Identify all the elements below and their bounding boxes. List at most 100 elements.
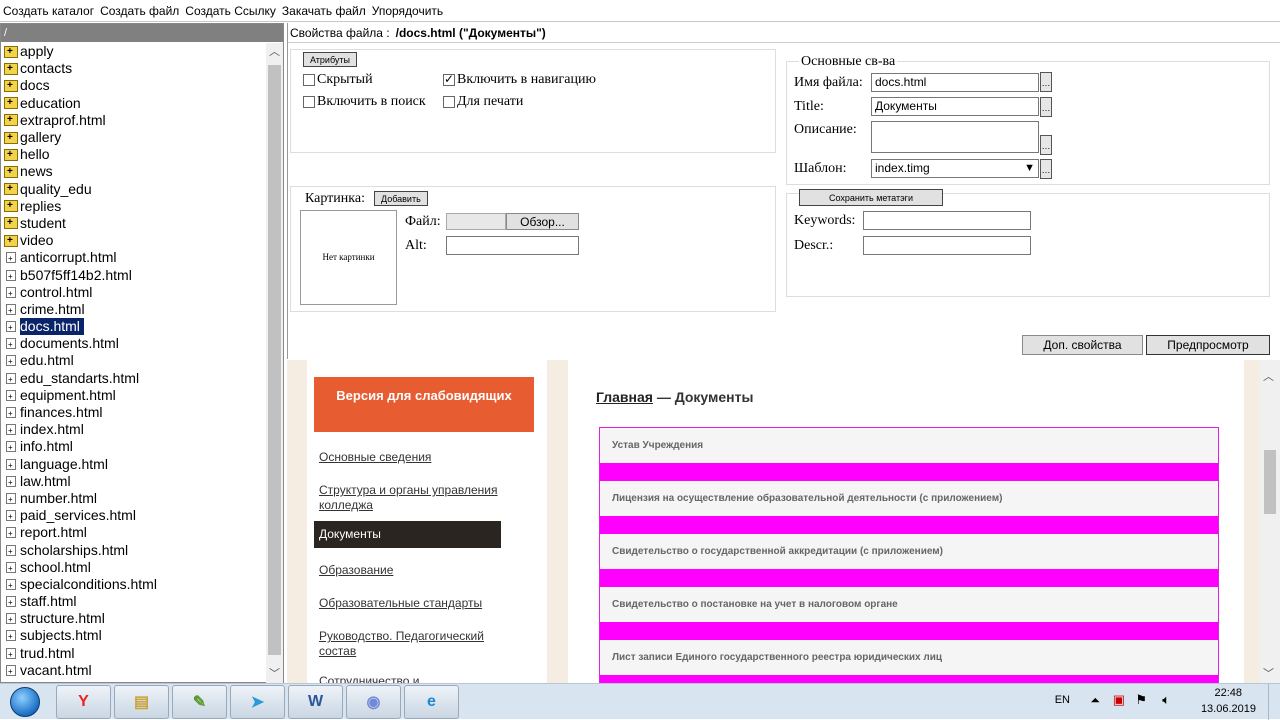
document-item[interactable]: Лицензия на осуществление образовательно… (600, 481, 1218, 516)
nav-structure[interactable]: Структура и органы управления колледжа (319, 483, 509, 513)
discord-icon[interactable]: ◉ (346, 685, 401, 719)
network-icon[interactable]: ▣ (1113, 692, 1125, 708)
filename-input[interactable]: docs.html (871, 73, 1039, 92)
vision-version-button[interactable]: Версия для слабовидящих (314, 377, 534, 432)
alt-input[interactable] (446, 236, 579, 255)
telegram-icon[interactable]: ➤ (230, 685, 285, 719)
tree-file[interactable]: report.html (4, 524, 266, 542)
yandex-browser-icon[interactable]: Y (56, 685, 111, 719)
nav-checkbox[interactable] (443, 72, 455, 87)
tree-folder[interactable]: gallery (4, 129, 266, 146)
nav-cooperation[interactable]: Сотрудничество и ... (319, 674, 509, 683)
breadcrumb-home-link[interactable]: Главная (596, 389, 653, 405)
tree-scrollbar[interactable]: ︿ ﹀ (266, 43, 283, 683)
tree-file[interactable]: docs.html (4, 318, 266, 336)
cb-search-row[interactable]: Включить в поиск (303, 94, 426, 110)
tree-file[interactable]: b507f5ff14b2.html (4, 266, 266, 285)
nav-documents[interactable]: Документы (314, 521, 501, 548)
tree-folder[interactable]: replies (4, 197, 266, 215)
descr-input[interactable] (863, 236, 1031, 255)
menu-create-link[interactable]: Создать Ссылку (185, 4, 276, 18)
document-item[interactable]: Свидетельство о государственной аккредит… (600, 534, 1218, 569)
notepad-plus-icon[interactable]: ✎ (172, 685, 227, 719)
file-explorer-icon[interactable]: ▤ (114, 685, 169, 719)
nav-education[interactable]: Образование (319, 563, 509, 578)
tree-file[interactable]: vacant.html (4, 662, 266, 680)
tree-folder[interactable]: student (4, 214, 266, 232)
scroll-down-icon[interactable]: ﹀ (266, 665, 283, 683)
tree-file[interactable]: scholarships.html (4, 541, 266, 560)
description-more-button[interactable]: … (1040, 135, 1052, 155)
flag-icon[interactable]: ⚑ (1135, 692, 1147, 708)
tree-file[interactable]: subjects.html (4, 627, 266, 645)
tree-file[interactable]: info.html (4, 438, 266, 456)
menu-sort[interactable]: Упорядочить (372, 4, 443, 18)
preview-scroll-thumb[interactable] (1264, 450, 1276, 514)
clock-date[interactable]: 13.06.2019 (1201, 703, 1256, 715)
word-icon[interactable]: W (288, 685, 343, 719)
tree-file[interactable]: number.html (4, 490, 266, 508)
language-indicator[interactable]: EN (1055, 694, 1070, 706)
tree-file[interactable]: edu.html (4, 352, 266, 370)
cb-nav-row[interactable]: Включить в навигацию (443, 72, 596, 88)
browse-button[interactable]: Обзор... (506, 213, 579, 230)
keywords-input[interactable] (863, 211, 1031, 230)
document-item[interactable]: Лист записи Единого государственного рее… (600, 640, 1218, 675)
start-button[interactable] (2, 684, 48, 720)
tree-file[interactable]: law.html (4, 473, 266, 491)
tree-file[interactable]: anticorrupt.html (4, 249, 266, 267)
volume-icon[interactable]: 🔈︎ (1162, 692, 1170, 708)
preview-scrollbar[interactable]: ︿ ﹀ (1260, 360, 1280, 683)
nav-standards[interactable]: Образовательные стандарты (319, 596, 509, 611)
tree-folder[interactable]: hello (4, 146, 266, 163)
template-select[interactable]: index.timg ▼ (871, 159, 1039, 178)
menu-create-file[interactable]: Создать файл (100, 4, 179, 18)
nav-staff[interactable]: Руководство. Педагогический состав (319, 629, 509, 659)
tree-root[interactable]: / (1, 24, 283, 42)
tree-folder[interactable]: contacts (4, 60, 266, 77)
internet-explorer-icon[interactable]: e (404, 685, 459, 719)
template-more-button[interactable]: … (1040, 159, 1052, 179)
extra-properties-button[interactable]: Доп. свойства (1022, 335, 1143, 355)
add-image-button[interactable]: Добавить (374, 191, 428, 206)
tree-file[interactable]: crime.html (4, 301, 266, 319)
tree-folder[interactable]: video (4, 232, 266, 249)
attributes-button[interactable]: Атрибуты (303, 52, 358, 67)
tree-folder[interactable]: quality_edu (4, 180, 266, 198)
cb-hidden-row[interactable]: Скрытый (303, 72, 373, 88)
cb-print-row[interactable]: Для печати (443, 94, 523, 110)
tree-file[interactable]: structure.html (4, 610, 266, 628)
scroll-up-icon[interactable]: ︿ (1260, 368, 1277, 386)
scroll-down-icon[interactable]: ﹀ (1260, 665, 1277, 683)
file-path-field[interactable] (446, 213, 506, 230)
tree-file[interactable]: index.html (4, 421, 266, 439)
scroll-up-icon[interactable]: ︿ (266, 43, 283, 61)
nav-basic-info[interactable]: Основные сведения (319, 450, 509, 465)
tree-file[interactable]: trud.html (4, 645, 266, 663)
search-checkbox[interactable] (303, 95, 315, 108)
tree-file[interactable]: finances.html (4, 404, 266, 422)
tree-folder[interactable]: docs (4, 77, 266, 94)
tree-file[interactable]: school.html (4, 559, 266, 577)
tree-file[interactable]: paid_services.html (4, 507, 266, 525)
menu-create-catalog[interactable]: Создать каталог (3, 4, 94, 18)
filename-more-button[interactable]: … (1040, 72, 1052, 92)
tree-scroll-thumb[interactable] (268, 65, 281, 655)
tree-file[interactable]: edu_standarts.html (4, 370, 266, 388)
tree-file[interactable]: language.html (4, 456, 266, 474)
tree-folder[interactable]: extraprof.html (4, 111, 266, 129)
tree-folder[interactable]: news (4, 163, 266, 180)
print-checkbox[interactable] (443, 95, 455, 108)
tree-file[interactable]: staff.html (4, 593, 266, 611)
document-item[interactable]: Свидетельство о постановке на учет в нал… (600, 587, 1218, 622)
preview-button[interactable]: Предпросмотр (1146, 335, 1270, 355)
tree-file[interactable]: documents.html (4, 335, 266, 353)
tree-file[interactable]: specialconditions.html (4, 576, 266, 594)
title-input[interactable]: Документы (871, 97, 1039, 116)
title-more-button[interactable]: … (1040, 97, 1052, 117)
tray-expand-icon[interactable]: ⏶ (1090, 693, 1100, 708)
tree-file[interactable]: equipment.html (4, 387, 266, 405)
hidden-checkbox[interactable] (303, 73, 315, 86)
tree-folder[interactable]: apply (4, 43, 266, 60)
clock-time[interactable]: 22:48 (1214, 687, 1242, 699)
